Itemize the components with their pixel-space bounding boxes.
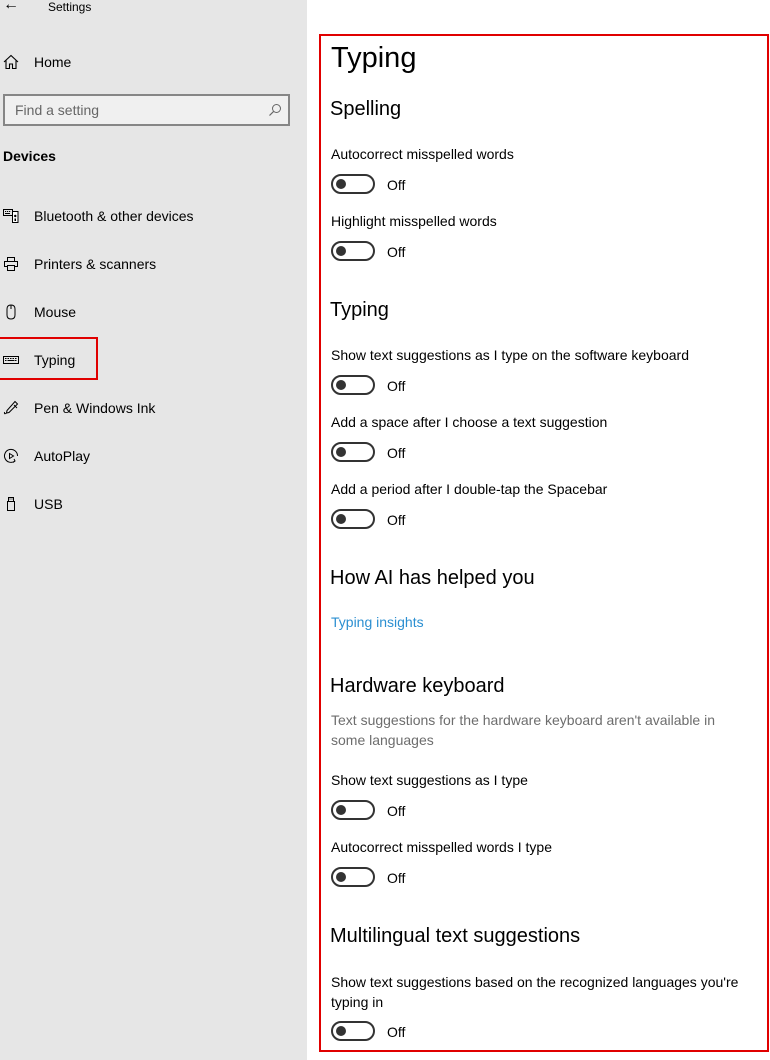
add-space-toggle[interactable] xyxy=(331,442,375,462)
highlight-misspelled-toggle[interactable] xyxy=(331,241,375,261)
sidebar-item-label: USB xyxy=(34,496,63,512)
sidebar-item-pen[interactable]: Pen & Windows Ink xyxy=(0,396,300,420)
usb-icon xyxy=(7,497,15,511)
section-heading-ai: How AI has helped you xyxy=(330,567,535,589)
toggle-knob xyxy=(336,246,346,256)
hardware-autocorrect-state: Off xyxy=(387,870,406,886)
section-heading-multilingual: Multilingual text suggestions xyxy=(330,925,581,947)
hardware-suggestions-state: Off xyxy=(387,803,406,819)
section-heading-devices: Devices xyxy=(3,148,56,164)
add-period-toggle[interactable] xyxy=(331,509,375,529)
back-arrow-icon[interactable]: ← xyxy=(3,0,19,14)
sidebar-item-printers[interactable]: Printers & scanners xyxy=(0,252,300,276)
toggle-knob xyxy=(336,179,346,189)
toggle-knob xyxy=(336,805,346,815)
sidebar-item-label: Typing xyxy=(34,352,76,368)
hardware-suggestions-toggle[interactable] xyxy=(331,800,375,820)
add-space-state: Off xyxy=(387,445,406,461)
sidebar-item-label: Bluetooth & other devices xyxy=(34,208,194,224)
toggle-knob xyxy=(336,514,346,524)
software-suggestions-label: Show text suggestions as I type on the s… xyxy=(331,347,689,363)
section-heading-typing: Typing xyxy=(330,299,389,321)
search-icon[interactable] xyxy=(268,103,282,117)
pen-icon xyxy=(3,400,19,415)
sidebar-item-label: Printers & scanners xyxy=(34,256,157,272)
hardware-keyboard-description: Text suggestions for the hardware keyboa… xyxy=(331,712,716,748)
multilingual-suggestions-state: Off xyxy=(387,1024,406,1040)
multilingual-suggestions-label: Show text suggestions based on the recog… xyxy=(331,974,739,1010)
home-icon xyxy=(3,54,19,70)
sidebar: ← Settings Home Devices Bluetooth & othe… xyxy=(0,0,307,1060)
hardware-autocorrect-label: Autocorrect misspelled words I type xyxy=(331,839,552,855)
autocorrect-label: Autocorrect misspelled words xyxy=(331,146,514,162)
software-suggestions-state: Off xyxy=(387,378,406,394)
autoplay-icon xyxy=(4,448,19,463)
page-title: Typing xyxy=(331,42,417,74)
sidebar-item-label: Pen & Windows Ink xyxy=(34,400,156,416)
printer-icon xyxy=(4,257,18,271)
home-label: Home xyxy=(34,54,72,70)
add-period-state: Off xyxy=(387,512,406,528)
sidebar-item-label: Mouse xyxy=(34,304,77,320)
highlight-misspelled-label: Highlight misspelled words xyxy=(331,213,497,229)
keyboard-icon xyxy=(3,356,19,364)
section-heading-hardware-keyboard: Hardware keyboard xyxy=(330,675,505,697)
add-period-label: Add a period after I double-tap the Spac… xyxy=(331,481,608,497)
sidebar-item-bluetooth[interactable]: Bluetooth & other devices xyxy=(0,204,300,228)
sidebar-item-autoplay[interactable]: AutoPlay xyxy=(0,444,300,468)
sidebar-home[interactable]: Home xyxy=(3,51,71,73)
typing-insights-link[interactable]: Typing insights xyxy=(331,614,424,630)
section-heading-spelling: Spelling xyxy=(330,98,402,120)
highlight-misspelled-state: Off xyxy=(387,244,406,260)
mouse-icon xyxy=(6,304,16,320)
multilingual-suggestions-toggle[interactable] xyxy=(331,1021,375,1041)
bluetooth-devices-icon xyxy=(3,209,19,223)
sidebar-item-mouse[interactable]: Mouse xyxy=(0,300,300,324)
autocorrect-toggle[interactable] xyxy=(331,174,375,194)
app-title: Settings xyxy=(48,0,92,14)
search-box[interactable] xyxy=(3,94,290,126)
sidebar-item-typing[interactable]: Typing xyxy=(0,348,300,372)
toggle-knob xyxy=(336,872,346,882)
hardware-autocorrect-toggle[interactable] xyxy=(331,867,375,887)
toggle-knob xyxy=(336,380,346,390)
toggle-knob xyxy=(336,1026,346,1036)
software-suggestions-toggle[interactable] xyxy=(331,375,375,395)
hardware-suggestions-label: Show text suggestions as I type xyxy=(331,772,528,788)
sidebar-item-usb[interactable]: USB xyxy=(0,492,300,516)
sidebar-item-label: AutoPlay xyxy=(34,448,91,464)
search-input[interactable] xyxy=(5,96,270,124)
add-space-label: Add a space after I choose a text sugges… xyxy=(331,414,608,430)
autocorrect-state: Off xyxy=(387,177,406,193)
toggle-knob xyxy=(336,447,346,457)
